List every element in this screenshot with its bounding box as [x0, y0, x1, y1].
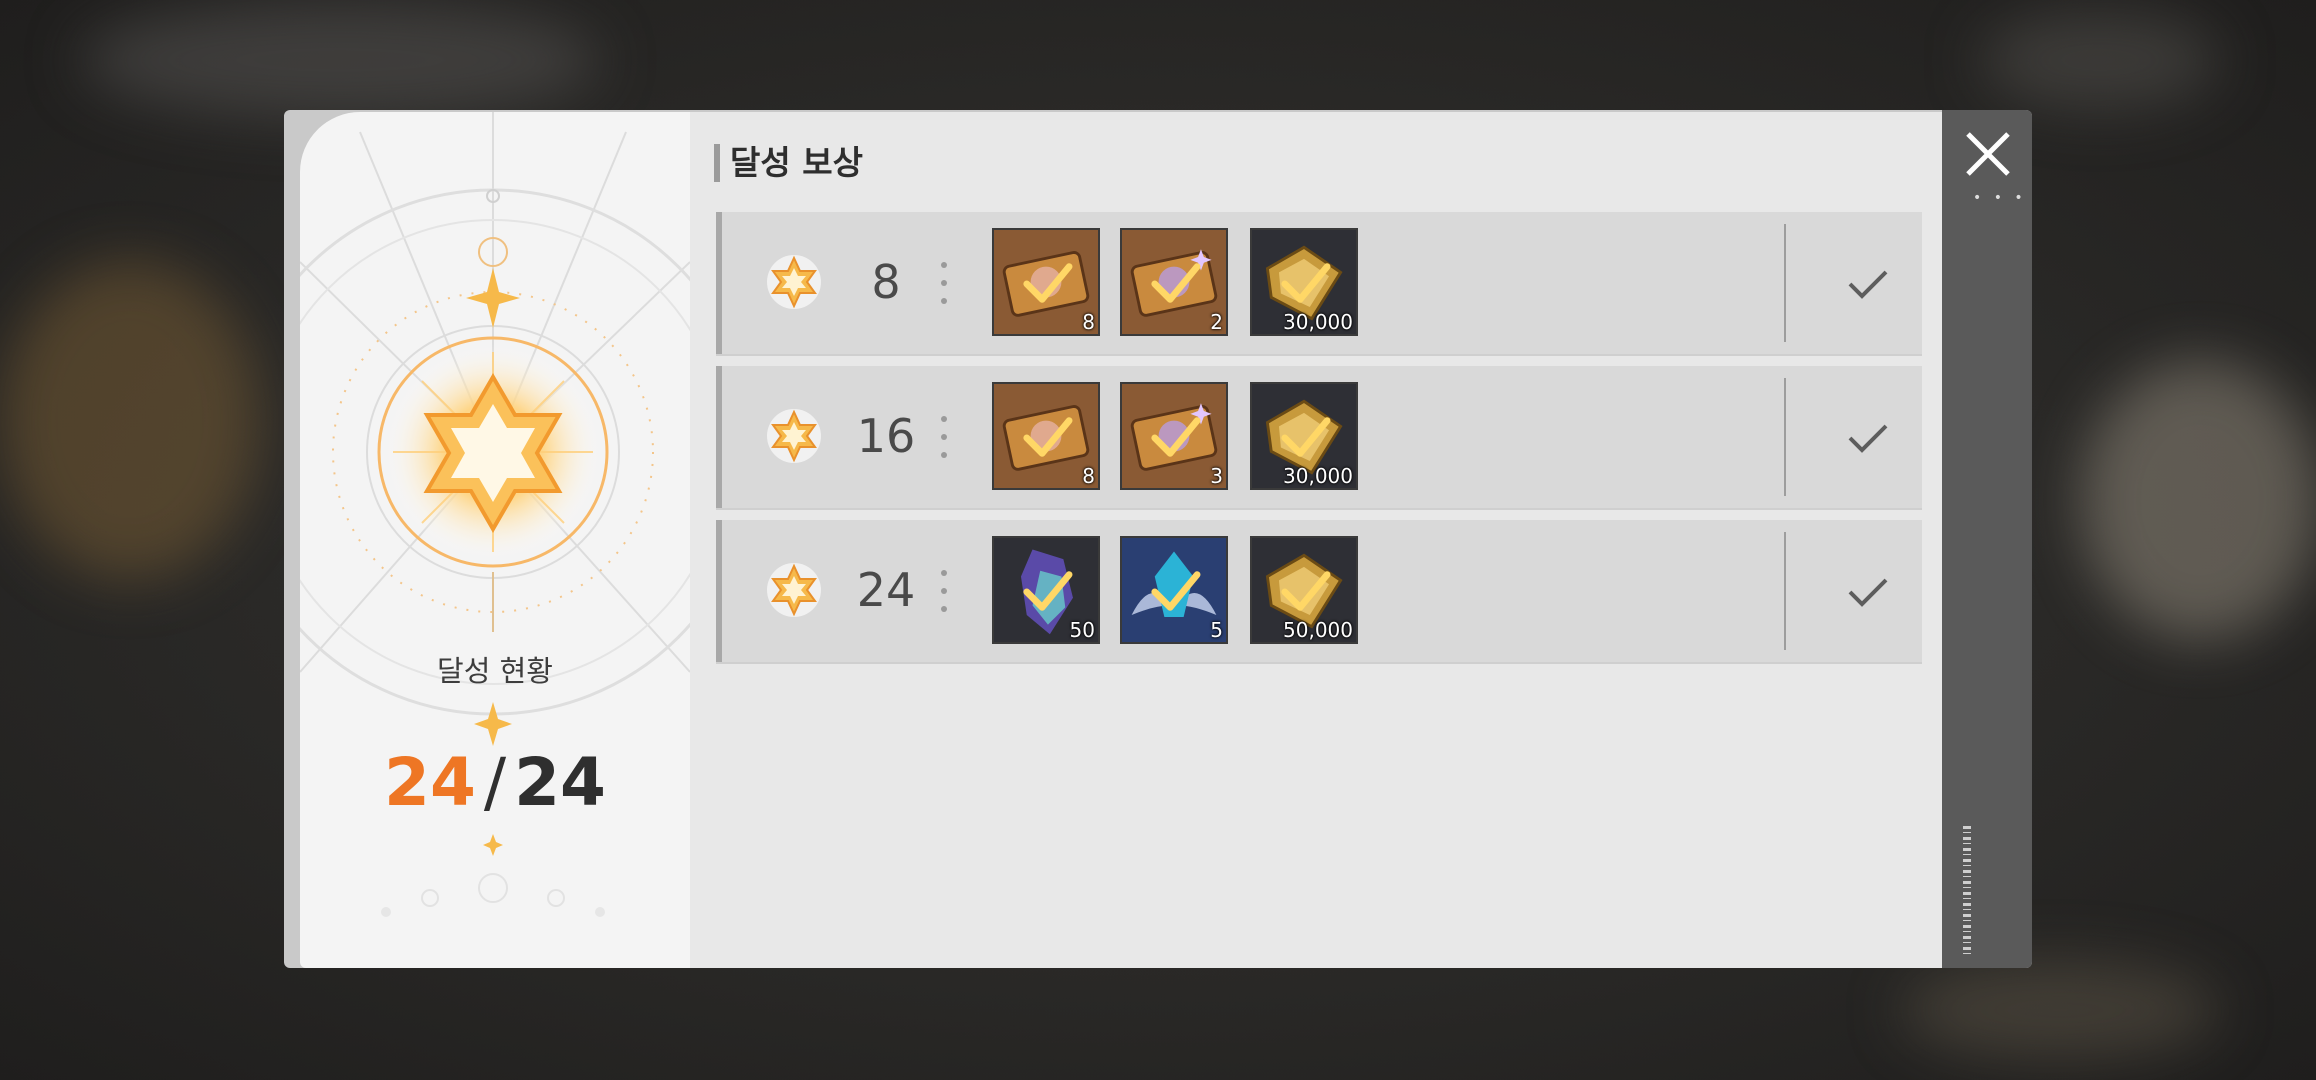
decorative-barcode: [1963, 826, 1971, 956]
star-icon: [764, 560, 824, 620]
reward-quantity: 8: [1082, 310, 1095, 334]
section-title: 달성 보상: [714, 144, 863, 182]
background-blur: [1900, 960, 2220, 1060]
achievement-status-label: 달성 현황: [437, 654, 553, 688]
reward-quantity: 2: [1210, 310, 1223, 334]
background-blur: [2080, 360, 2316, 640]
close-icon[interactable]: [1962, 128, 2014, 180]
reward-quantity: 8: [1082, 464, 1095, 488]
reward-tier-row: 8 8 2 30,000: [716, 212, 1922, 354]
background-blur: [80, 0, 600, 120]
reward-item[interactable]: 3: [1120, 382, 1228, 490]
reward-quantity: 30,000: [1283, 464, 1353, 488]
reward-quantity: 50: [1069, 618, 1095, 642]
modal-side-strip: [1942, 110, 2032, 968]
row-divider: [1784, 224, 1786, 342]
total-count: 24: [514, 744, 606, 821]
claimed-check-icon[interactable]: [1844, 414, 1892, 462]
tier-requirement: 8: [871, 255, 901, 309]
reward-item[interactable]: 50,000: [1250, 536, 1358, 644]
reward-quantity: 3: [1210, 464, 1223, 488]
reward-quantity: 30,000: [1283, 310, 1353, 334]
reward-item[interactable]: 30,000: [1250, 382, 1358, 490]
achievement-status-panel: [300, 112, 690, 968]
vertical-dots-icon: [940, 414, 948, 464]
star-icon: [764, 252, 824, 312]
achievement-count: 24/24: [300, 744, 690, 821]
tier-requirement: 16: [856, 409, 916, 463]
star-icon: [764, 406, 824, 466]
reward-tier-row: 24 50 5 50,000: [716, 520, 1922, 662]
background-blur: [1980, 10, 2220, 110]
claimed-check-icon[interactable]: [1844, 260, 1892, 308]
reward-item[interactable]: 5: [1120, 536, 1228, 644]
reward-item[interactable]: 8: [992, 228, 1100, 336]
row-divider: [1784, 378, 1786, 496]
reward-item[interactable]: 2: [1120, 228, 1228, 336]
reward-item[interactable]: 50: [992, 536, 1100, 644]
reward-quantity: 5: [1210, 618, 1223, 642]
emblem-background: [300, 112, 690, 917]
reward-item[interactable]: 30,000: [1250, 228, 1358, 336]
reward-tier-row: 16 8 3 30,000: [716, 366, 1922, 508]
vertical-dots-icon: [940, 568, 948, 618]
decorative-dots: • • •: [1973, 190, 2027, 206]
vertical-dots-icon: [940, 260, 948, 310]
reward-quantity: 50,000: [1283, 618, 1353, 642]
current-count: 24: [384, 744, 476, 821]
tier-requirement: 24: [856, 563, 916, 617]
background-blur: [0, 260, 260, 580]
row-divider: [1784, 532, 1786, 650]
count-separator: /: [483, 744, 507, 821]
reward-item[interactable]: 8: [992, 382, 1100, 490]
claimed-check-icon[interactable]: [1844, 568, 1892, 616]
